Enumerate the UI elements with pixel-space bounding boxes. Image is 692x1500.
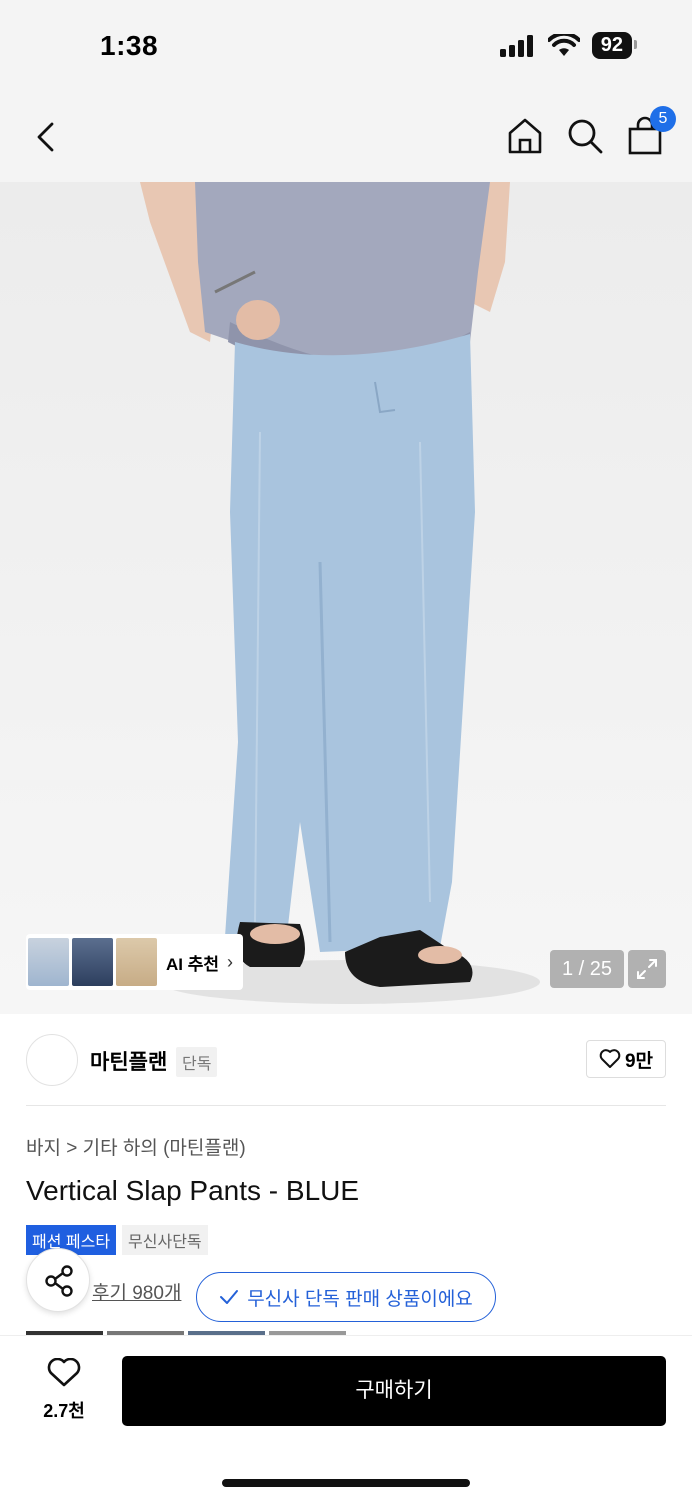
top-nav: 5 [0,90,692,182]
ai-recommend-card[interactable]: AI 추천 › [26,934,243,990]
product-image-gallery[interactable]: AI 추천 › 1 / 25 [0,182,692,1014]
wifi-icon [547,33,580,56]
bottom-action-bar: 2.7천 구매하기 [0,1335,692,1500]
battery-indicator: 92 [591,32,638,59]
breadcrumb[interactable]: 바지 > 기타 하의 (마틴플랜) [26,1133,246,1160]
wishlist-count: 2.7천 [43,1401,85,1421]
brand-like-button[interactable]: 9만 [586,1040,666,1078]
chevron-right-icon: › [227,951,234,972]
ai-thumb-3 [116,938,157,986]
exclusive-sale-notice[interactable]: 무신사 단독 판매 상품이에요 [196,1272,496,1322]
brand-row: 마틴플랜 단독 9만 [26,1034,666,1086]
share-icon [45,1265,73,1297]
cart-count-badge: 5 [650,106,676,132]
ai-thumb-2 [72,938,113,986]
cart-button[interactable]: 5 [626,106,676,156]
expand-icon [637,959,657,979]
brand-logo[interactable] [26,1034,78,1086]
review-count-link[interactable]: 후기 980개 [92,1278,181,1305]
musinsa-exclusive-badge: 무신사단독 [122,1225,208,1255]
signal-icon [499,34,533,57]
heart-icon [599,1049,621,1068]
brand-exclusive-tag: 단독 [176,1047,218,1077]
home-icon[interactable] [506,116,544,156]
divider [26,1105,666,1106]
heart-icon [47,1357,81,1387]
product-photo [140,182,540,1004]
ai-thumb-1 [28,938,69,986]
product-title: Vertical Slap Pants - BLUE [26,1175,360,1206]
exclusive-sale-text: 무신사 단독 판매 상품이에요 [247,1288,473,1310]
wishlist-button[interactable]: 2.7천 [28,1357,100,1423]
share-button[interactable] [26,1248,90,1312]
back-icon[interactable] [30,120,64,154]
home-indicator [222,1479,470,1487]
brand-name[interactable]: 마틴플랜 [90,1046,167,1076]
image-pager: 1 / 25 [550,950,624,988]
review-row: 후기 980개 무신사 단독 판매 상품이에요 [26,1248,666,1326]
status-icons: 92 [499,32,638,59]
ai-recommend-label: AI 추천 [166,954,220,974]
nav-actions: 5 [506,106,676,156]
buy-button[interactable]: 구매하기 [122,1356,666,1426]
status-bar: 1:38 92 [0,0,692,90]
status-time: 1:38 [100,30,159,61]
expand-button[interactable] [628,950,666,988]
brand-like-count: 9만 [624,1050,654,1072]
check-icon [220,1290,239,1304]
search-icon[interactable] [566,116,604,156]
